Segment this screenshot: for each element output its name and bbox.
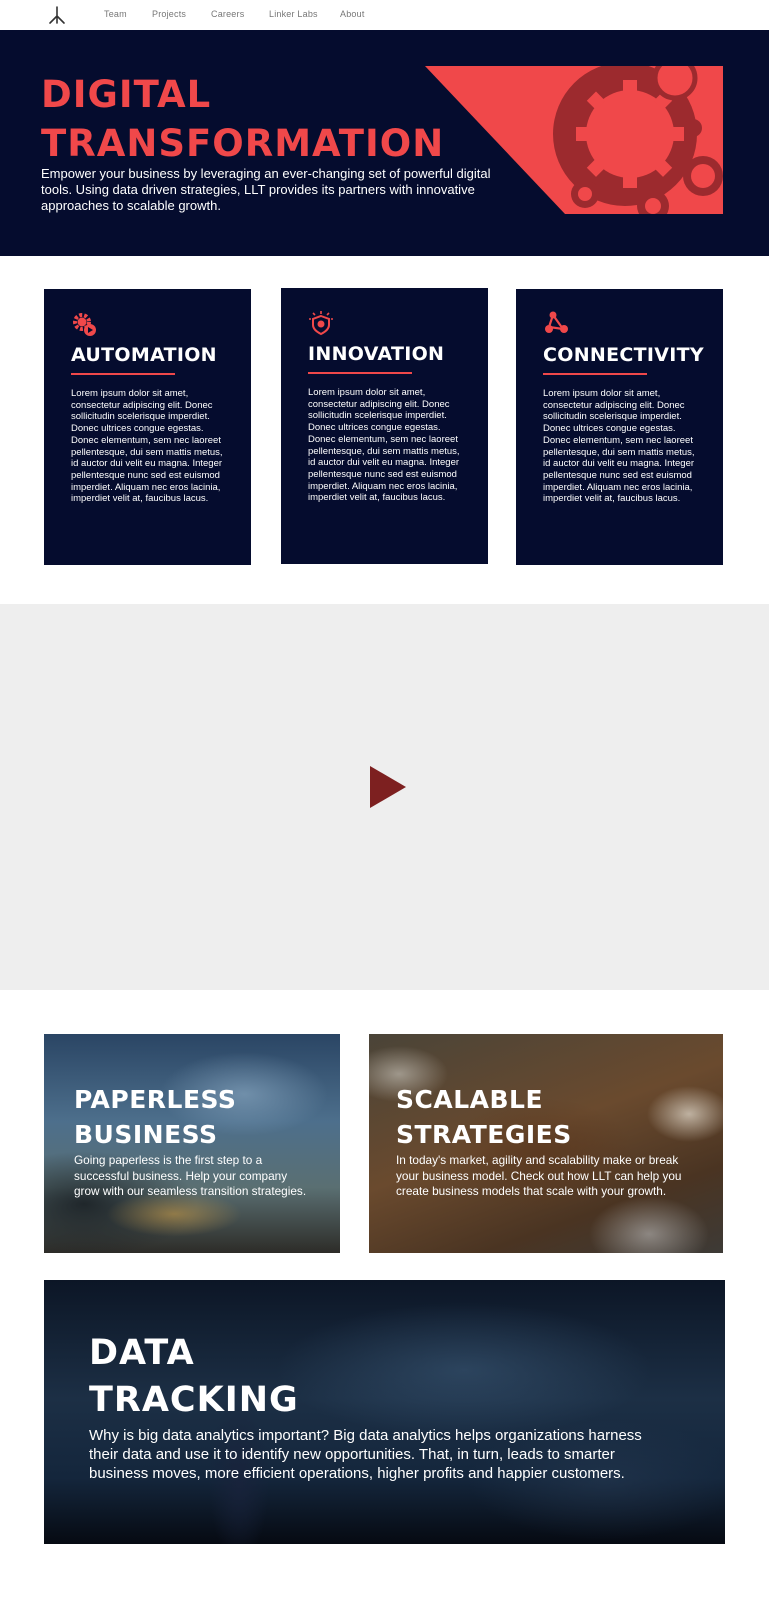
card-connectivity: CONNECTIVITY Lorem ipsum dolor sit amet,… xyxy=(516,289,723,565)
card-text: Lorem ipsum dolor sit amet, consectetur … xyxy=(543,388,695,505)
promo-title: Data Tracking xyxy=(89,1330,680,1424)
promo-text: In today's market, agility and scalabili… xyxy=(396,1153,682,1198)
nav-link-careers[interactable]: Careers xyxy=(211,9,244,19)
promo-scalable-strategies[interactable]: Scalable Strategies In today's market, a… xyxy=(369,1034,723,1253)
play-icon[interactable] xyxy=(370,766,406,808)
nav-link-team[interactable]: Team xyxy=(104,9,127,19)
card-title: AUTOMATION xyxy=(71,344,217,366)
promo-title-line1: Scalable xyxy=(396,1085,544,1114)
gear-play-icon xyxy=(73,313,96,336)
nav-link-about[interactable]: About xyxy=(340,9,365,19)
promo-title-line2: Strategies xyxy=(396,1120,572,1149)
nav-link-linker-labs[interactable]: Linker Labs xyxy=(269,9,318,19)
promo-paperless-business[interactable]: Paperless Business Going paperless is th… xyxy=(44,1034,340,1253)
promo-title-line2: Business xyxy=(74,1120,218,1149)
top-nav: Team Projects Careers Linker Labs About xyxy=(0,0,769,30)
hero-title-line1: Digital xyxy=(41,73,212,116)
promo-title: Scalable Strategies xyxy=(396,1082,696,1152)
promo-data-tracking[interactable]: Data Tracking Why is big data analytics … xyxy=(44,1280,725,1544)
hero-title-line2: Transformation xyxy=(41,122,445,165)
card-text: Lorem ipsum dolor sit amet, consectetur … xyxy=(71,388,223,505)
card-title: CONNECTIVITY xyxy=(543,344,704,366)
card-divider xyxy=(543,373,647,375)
lightbulb-shield-icon xyxy=(309,311,333,336)
card-text: Lorem ipsum dolor sit amet, consectetur … xyxy=(308,387,460,504)
network-nodes-icon xyxy=(545,311,568,333)
nav-link-projects[interactable]: Projects xyxy=(152,9,186,19)
card-divider xyxy=(308,372,412,374)
video-player[interactable] xyxy=(0,604,769,990)
card-innovation: INNOVATION Lorem ipsum dolor sit amet, c… xyxy=(281,288,488,564)
promo-title-line1: Data xyxy=(89,1333,195,1373)
promo-title-line2: Tracking xyxy=(89,1380,299,1420)
gears-illustration xyxy=(425,66,723,214)
logo-icon[interactable] xyxy=(47,5,67,25)
promo-text: Why is big data analytics important? Big… xyxy=(89,1427,642,1482)
hero-section: Digital Transformation Empower your busi… xyxy=(0,30,769,256)
card-title: INNOVATION xyxy=(308,343,445,365)
promo-title-line1: Paperless xyxy=(74,1085,237,1114)
hero-title: Digital Transformation xyxy=(41,70,444,168)
card-automation: AUTOMATION Lorem ipsum dolor sit amet, c… xyxy=(44,289,251,565)
promo-title: Paperless Business xyxy=(74,1082,310,1152)
card-divider xyxy=(71,373,175,375)
promo-text: Going paperless is the first step to a s… xyxy=(74,1153,307,1198)
